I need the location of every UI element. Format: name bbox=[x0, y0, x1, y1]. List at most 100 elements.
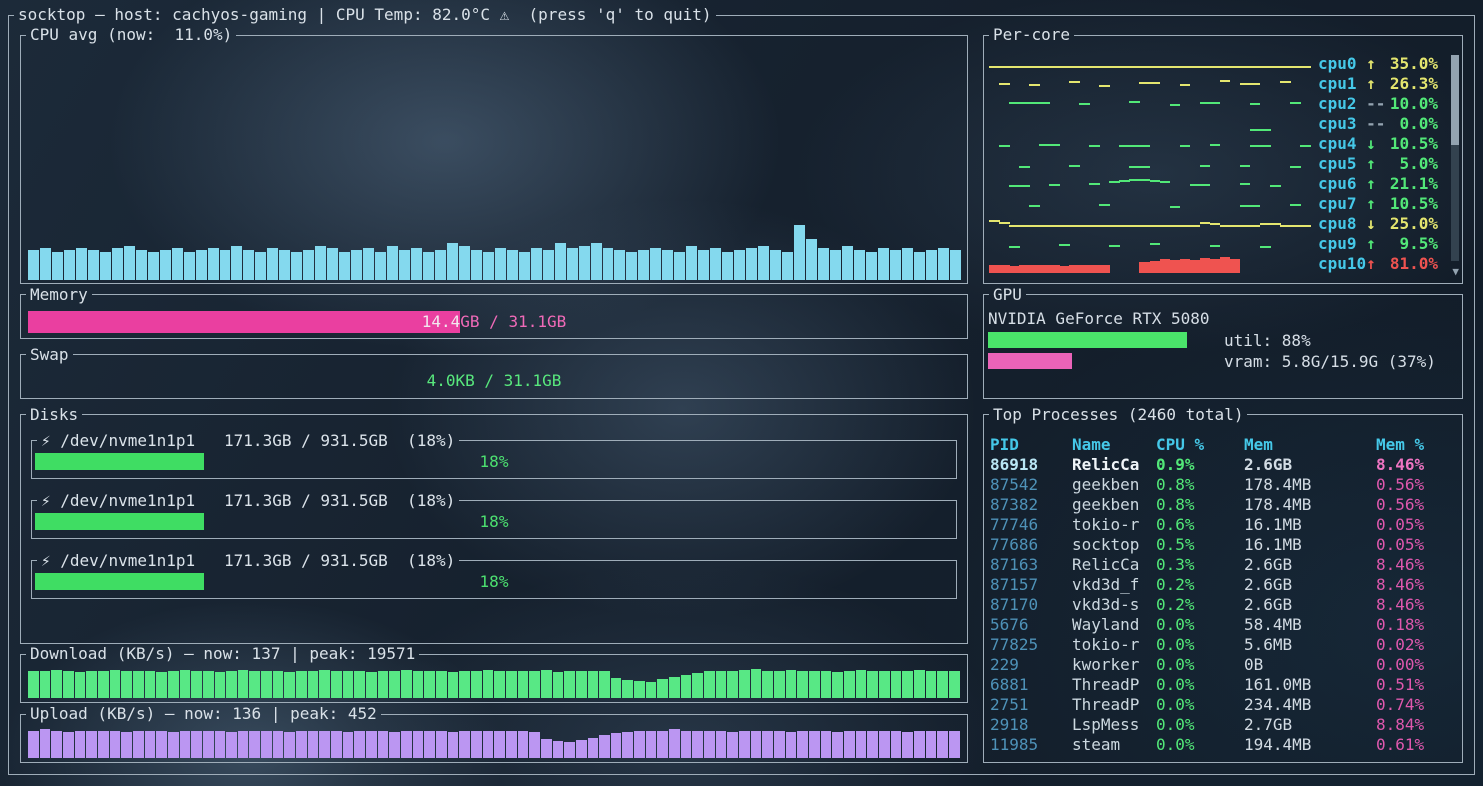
core-trend-icon: -- bbox=[1366, 94, 1385, 113]
process-mem-percent: 0.51% bbox=[1376, 675, 1456, 694]
process-row[interactable]: 87157vkd3d_f0.2%2.6GB8.46% bbox=[990, 575, 1456, 595]
core-trend-icon: ↑ bbox=[1366, 234, 1385, 253]
core-name: cpu10 bbox=[1318, 254, 1366, 273]
process-row[interactable]: 2751ThreadP0.0%234.4MB0.74% bbox=[990, 695, 1456, 715]
history-bar bbox=[308, 731, 319, 758]
history-bar bbox=[75, 672, 86, 698]
history-bar bbox=[926, 250, 937, 279]
history-bar bbox=[471, 731, 482, 758]
core-percent: 5.0% bbox=[1385, 154, 1438, 173]
process-row[interactable]: 2918LspMess0.0%2.7GB8.84% bbox=[990, 715, 1456, 735]
download-panel: Download (KB/s) — now: 137 | peak: 19571 bbox=[20, 654, 968, 703]
process-pid: 87157 bbox=[990, 575, 1072, 594]
history-bar bbox=[88, 250, 99, 279]
core-percent: 9.5% bbox=[1385, 234, 1438, 253]
history-bar bbox=[303, 250, 314, 279]
process-pid: 2751 bbox=[990, 695, 1072, 714]
process-name: steam bbox=[1072, 735, 1156, 754]
history-bar bbox=[40, 671, 51, 698]
header-cpu: CPU % bbox=[1156, 435, 1244, 454]
process-row[interactable]: 77825tokio-r0.0%5.6MB0.02% bbox=[990, 635, 1456, 655]
process-row[interactable]: 87382geekben0.8%178.4MB0.56% bbox=[990, 495, 1456, 515]
history-bar bbox=[296, 731, 307, 758]
process-pid: 11985 bbox=[990, 735, 1072, 754]
disk-title: ⚡ /dev/nvme1n1p1 171.3GB / 931.5GB (18%) bbox=[37, 552, 459, 570]
history-bar bbox=[196, 250, 207, 279]
core-percent: 26.3% bbox=[1385, 74, 1438, 93]
history-bar bbox=[215, 672, 226, 698]
process-row[interactable]: 77686socktop0.5%16.1MB0.05% bbox=[990, 535, 1456, 555]
history-bar bbox=[98, 731, 109, 758]
history-bar bbox=[261, 671, 272, 698]
history-bar bbox=[471, 250, 482, 279]
history-bar bbox=[399, 250, 410, 279]
core-trend-icon: -- bbox=[1366, 114, 1385, 133]
history-bar bbox=[64, 250, 75, 279]
history-bar bbox=[215, 731, 226, 758]
core-percent: 10.5% bbox=[1385, 134, 1438, 153]
history-bar bbox=[203, 731, 214, 758]
disks-panel: Disks ⚡ /dev/nvme1n1p1 171.3GB / 931.5GB… bbox=[20, 415, 968, 645]
process-row[interactable]: 87542geekben0.8%178.4MB0.56% bbox=[990, 475, 1456, 495]
history-bar bbox=[296, 671, 307, 698]
process-row[interactable]: 86918RelicCa0.9%2.6GB8.46% bbox=[990, 455, 1456, 475]
history-bar bbox=[413, 731, 424, 758]
history-bar bbox=[739, 731, 750, 758]
header-mem: Mem bbox=[1244, 435, 1376, 454]
process-row[interactable]: 6881ThreadP0.0%161.0MB0.51% bbox=[990, 675, 1456, 695]
history-bar bbox=[716, 671, 727, 698]
history-bar bbox=[375, 252, 386, 279]
history-bar bbox=[110, 731, 121, 758]
history-bar bbox=[716, 731, 727, 758]
process-row[interactable]: 77746tokio-r0.6%16.1MB0.05% bbox=[990, 515, 1456, 535]
gpu-vram-row: vram: 5.8G/15.9G (37%) bbox=[988, 352, 1458, 371]
history-bar bbox=[494, 671, 505, 698]
core-sparkline bbox=[989, 153, 1310, 173]
process-row[interactable]: 87170vkd3d-s0.2%2.6GB8.46% bbox=[990, 595, 1456, 615]
history-bar bbox=[110, 670, 121, 698]
history-bar bbox=[273, 671, 284, 698]
process-mem: 178.4MB bbox=[1244, 495, 1376, 514]
history-bar bbox=[168, 671, 179, 698]
process-row[interactable]: 87163RelicCa0.3%2.6GB8.46% bbox=[990, 555, 1456, 575]
scrollbar-thumb[interactable] bbox=[1451, 55, 1459, 145]
process-cpu: 0.0% bbox=[1156, 735, 1244, 754]
process-mem-percent: 0.05% bbox=[1376, 515, 1456, 534]
history-bar bbox=[112, 248, 123, 280]
process-mem: 234.4MB bbox=[1244, 695, 1376, 714]
process-rows: 86918RelicCa0.9%2.6GB8.46%87542geekben0.… bbox=[990, 455, 1456, 755]
history-bar bbox=[681, 675, 692, 698]
history-bar bbox=[279, 250, 290, 279]
history-bar bbox=[220, 250, 231, 279]
scroll-down-icon[interactable]: ▼ bbox=[1452, 267, 1459, 277]
process-row[interactable]: 5676Wayland0.0%58.4MB0.18% bbox=[990, 615, 1456, 635]
history-bar bbox=[436, 671, 447, 698]
history-bar bbox=[121, 671, 132, 698]
process-pid: 77825 bbox=[990, 635, 1072, 654]
history-bar bbox=[949, 731, 960, 758]
process-pid: 87163 bbox=[990, 555, 1072, 574]
process-row[interactable]: 11985steam0.0%194.4MB0.61% bbox=[990, 735, 1456, 755]
history-bar bbox=[797, 731, 808, 758]
history-bar bbox=[638, 250, 649, 279]
history-bar bbox=[949, 671, 960, 698]
history-bar bbox=[902, 671, 913, 698]
process-row[interactable]: 229kworker0.0%0B0.00% bbox=[990, 655, 1456, 675]
history-bar bbox=[611, 733, 622, 758]
upload-title: Upload (KB/s) — now: 136 | peak: 452 bbox=[26, 705, 381, 723]
history-bar bbox=[844, 671, 855, 698]
history-bar bbox=[156, 731, 167, 758]
process-name: vkd3d-s bbox=[1072, 595, 1156, 614]
core-percent: 35.0% bbox=[1385, 54, 1438, 73]
history-bar bbox=[832, 732, 843, 758]
history-bar bbox=[28, 250, 39, 279]
per-core-scrollbar[interactable] bbox=[1451, 55, 1459, 261]
history-bar bbox=[308, 671, 319, 698]
process-cpu: 0.0% bbox=[1156, 655, 1244, 674]
core-sparkline bbox=[989, 73, 1310, 93]
process-table-header: PID Name CPU % Mem Mem % bbox=[990, 435, 1456, 455]
history-bar bbox=[136, 250, 147, 279]
history-bar bbox=[806, 239, 817, 280]
history-bar bbox=[411, 248, 422, 280]
history-bar bbox=[634, 731, 645, 758]
